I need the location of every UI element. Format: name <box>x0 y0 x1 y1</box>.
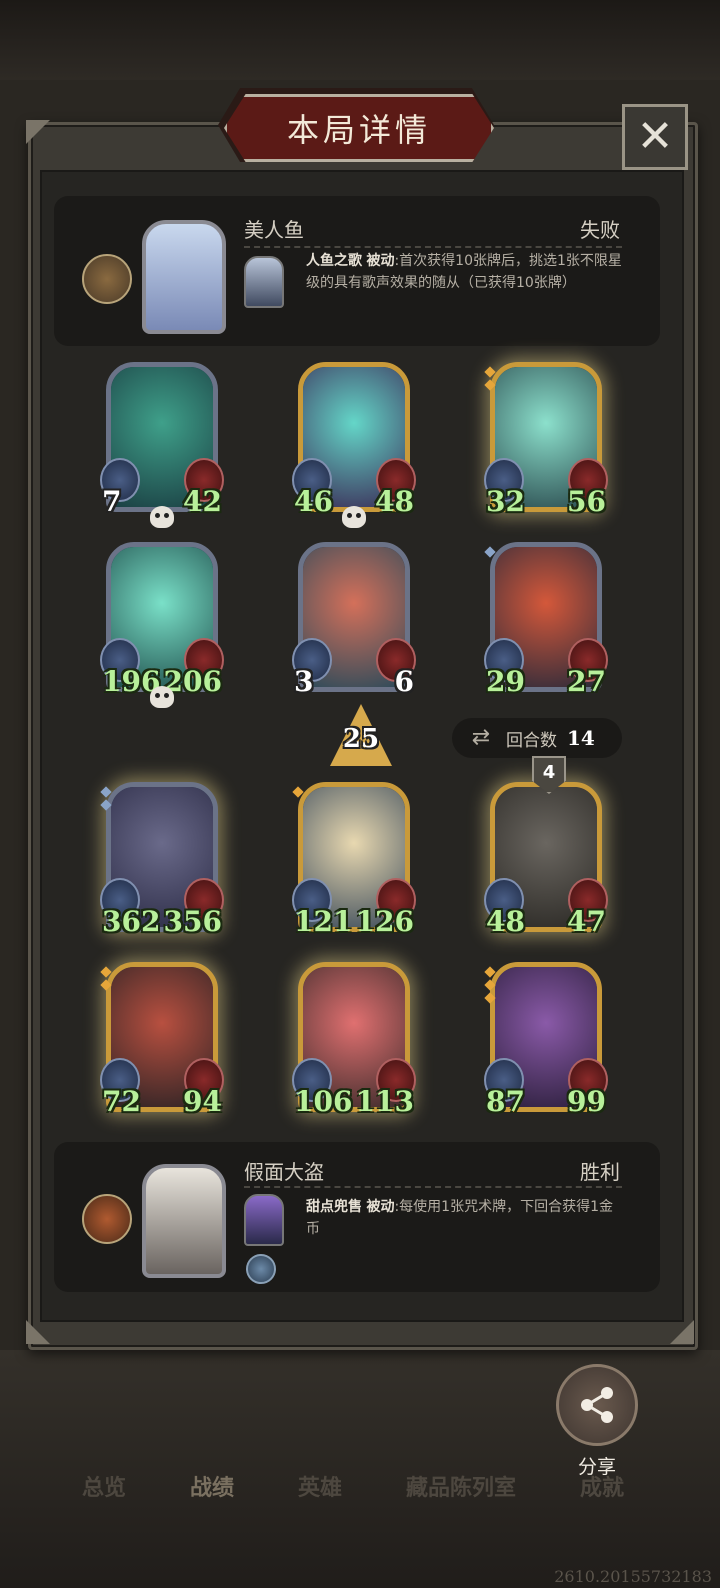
top-player-row: 美人鱼 失败 人鱼之歌 被动:首次获得10张牌后，挑选1张不限星级的具有歌声效果… <box>54 196 660 346</box>
tab-collection[interactable]: 藏品陈列室 <box>406 1470 516 1502</box>
health-value: 48 <box>375 485 414 518</box>
minion-card[interactable]: 106 113 <box>292 962 416 1118</box>
close-icon: ✕ <box>636 111 674 162</box>
damage-value: 25 <box>342 724 380 754</box>
attack-value: 29 <box>486 665 525 698</box>
share-label: 分享 <box>577 1456 616 1478</box>
health-value: 126 <box>355 905 414 938</box>
attack-value: 32 <box>486 485 525 518</box>
share-icon <box>581 1387 613 1423</box>
bottom-player-result: 胜利 <box>580 1160 620 1184</box>
minion-card[interactable]: 46 48 <box>292 362 416 528</box>
top-background <box>0 0 720 80</box>
skull-icon <box>150 506 174 528</box>
title-plate: 本局详情 <box>224 94 494 162</box>
minion-card[interactable]: 7 42 <box>100 362 224 528</box>
top-player-result: 失败 <box>580 218 620 242</box>
health-value: 94 <box>183 1085 222 1118</box>
attack-value: 3 <box>294 665 314 698</box>
attack-value: 48 <box>486 905 525 938</box>
health-value: 56 <box>567 485 606 518</box>
bottom-player-skill: 甜点兜售 被动:每使用1张咒术牌，下回合获得1金币 <box>306 1196 626 1240</box>
minion-card[interactable]: 121 126 <box>292 782 416 938</box>
mermaid-skill-icon[interactable] <box>244 256 284 308</box>
health-value: 113 <box>355 1085 414 1118</box>
top-player-skill: 人鱼之歌 被动:首次获得10张牌后，挑选1张不限星级的具有歌声效果的随从（已获得… <box>306 250 626 294</box>
skull-icon <box>342 506 366 528</box>
divider <box>244 1186 622 1188</box>
skill-type: 被动 <box>366 1199 395 1215</box>
round-counter: ⇄ 回合数 14 <box>452 718 622 758</box>
attack-value: 46 <box>294 485 333 518</box>
round-label: 回合数 <box>506 730 557 751</box>
damage-marker: 25 <box>330 704 392 766</box>
skill-type: 被动 <box>366 253 395 269</box>
attack-value: 106 <box>294 1085 353 1118</box>
minion-card[interactable]: 72 94 <box>100 962 224 1118</box>
bottom-player-row: 假面大盗 胜利 甜点兜售 被动:每使用1张咒术牌，下回合获得1金币 <box>54 1142 660 1292</box>
minion-card[interactable]: 196 206 <box>100 542 224 708</box>
divider <box>244 246 622 248</box>
build-code: 2610.20155732183 <box>554 1567 712 1586</box>
top-player-badge-icon <box>82 254 132 304</box>
minion-card[interactable]: 362 356 <box>100 782 224 938</box>
minion-card[interactable]: 32 56 <box>484 362 608 518</box>
bottom-player-badge-icon <box>82 1194 132 1244</box>
minion-card[interactable]: 29 27 <box>484 542 608 698</box>
skill-name: 人鱼之歌 <box>306 253 362 269</box>
attack-value: 72 <box>102 1085 141 1118</box>
attack-value: 362 <box>102 905 161 938</box>
share-button[interactable] <box>556 1364 638 1446</box>
equipment-icon[interactable] <box>246 1254 276 1284</box>
health-value: 27 <box>567 665 606 698</box>
close-button[interactable]: ✕ <box>622 104 688 170</box>
health-value: 99 <box>567 1085 606 1118</box>
tab-heroes[interactable]: 英雄 <box>298 1470 342 1502</box>
health-value: 42 <box>183 485 222 518</box>
minion-card[interactable]: 3 6 <box>292 542 416 698</box>
attack-value: 87 <box>486 1085 525 1118</box>
round-value: 14 <box>567 726 595 750</box>
mermaid-portrait[interactable] <box>142 220 226 334</box>
minion-card[interactable]: 4 48 47 <box>484 756 608 938</box>
tab-overview[interactable]: 总览 <box>82 1470 126 1502</box>
skull-icon <box>150 686 174 708</box>
attack-value: 7 <box>102 485 122 518</box>
minion-card[interactable]: 87 99 <box>484 962 608 1118</box>
bottom-player-name: 假面大盗 <box>244 1160 324 1184</box>
thief-skill-icon[interactable] <box>244 1194 284 1246</box>
health-value: 6 <box>394 665 414 698</box>
attack-value: 121 <box>294 905 353 938</box>
page-title: 本局详情 <box>286 111 431 149</box>
skill-name: 甜点兜售 <box>306 1199 362 1215</box>
health-value: 356 <box>163 905 222 938</box>
phantom-thief-portrait[interactable] <box>142 1164 226 1278</box>
health-value: 47 <box>567 905 606 938</box>
tab-records[interactable]: 战绩 <box>190 1470 234 1502</box>
refresh-icon: ⇄ <box>471 725 491 750</box>
top-player-name: 美人鱼 <box>244 218 304 242</box>
